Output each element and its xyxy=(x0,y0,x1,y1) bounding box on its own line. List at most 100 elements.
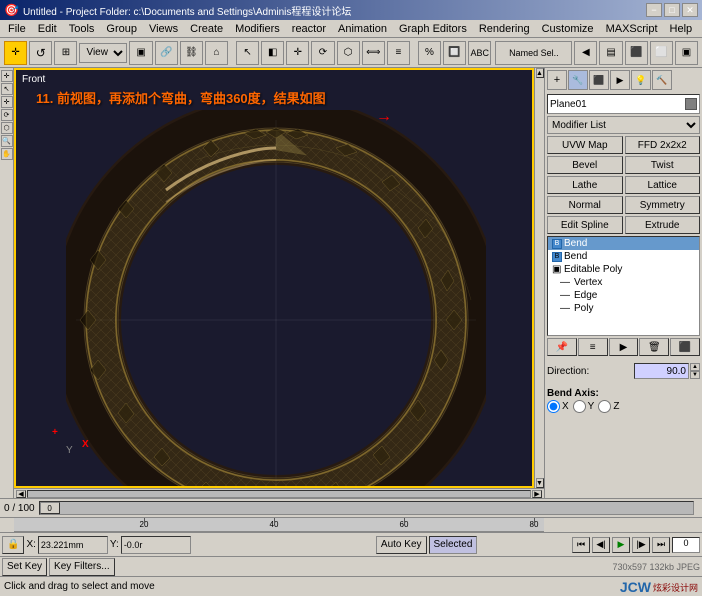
menu-group[interactable]: Group xyxy=(100,22,143,36)
x-coord-field[interactable]: 23.221mm xyxy=(38,536,108,554)
toolbar-unlink[interactable]: ⛓ xyxy=(180,41,203,65)
toolbar-render2[interactable]: 🔲 xyxy=(443,41,466,65)
stack-vertex[interactable]: — Vertex xyxy=(548,276,699,289)
toolbar-keyframe[interactable]: ◀ xyxy=(574,41,597,65)
viewport-scrollbar[interactable]: ▲ ▼ xyxy=(534,68,544,488)
lt-pan[interactable]: ✋ xyxy=(1,148,13,160)
create-tab[interactable]: + xyxy=(547,70,567,90)
toolbar-select-region[interactable]: ◧ xyxy=(261,41,284,65)
anim-prev-key[interactable]: ◀| xyxy=(592,537,610,553)
scroll-up[interactable]: ▲ xyxy=(536,68,544,78)
menu-customize[interactable]: Customize xyxy=(536,22,600,36)
stack-remove[interactable]: 🗑 xyxy=(639,338,669,356)
mod-btn-bevel[interactable]: Bevel xyxy=(547,156,623,174)
toolbar-select[interactable]: ✛ xyxy=(4,41,27,65)
direction-spin-up[interactable]: ▲ xyxy=(690,363,700,371)
lt-rotate[interactable]: ⟳ xyxy=(1,109,13,121)
lt-scale[interactable]: ⬡ xyxy=(1,122,13,134)
menu-modifiers[interactable]: Modifiers xyxy=(229,22,286,36)
anim-next-key[interactable]: |▶ xyxy=(632,537,650,553)
scroll-down[interactable]: ▼ xyxy=(536,478,544,488)
y-coord-field[interactable]: -0.0r xyxy=(121,536,191,554)
stack-active[interactable]: ▶ xyxy=(609,338,639,356)
toolbar-misc2[interactable]: ⬜ xyxy=(650,41,673,65)
mod-btn-editspline[interactable]: Edit Spline xyxy=(547,216,623,234)
menu-animation[interactable]: Animation xyxy=(332,22,393,36)
axis-z-radio[interactable] xyxy=(598,400,611,413)
toolbar-misc1[interactable]: ⬛ xyxy=(625,41,648,65)
stack-bend-1[interactable]: B Bend xyxy=(548,237,699,250)
mod-btn-symmetry[interactable]: Symmetry xyxy=(625,196,701,214)
time-thumb[interactable]: 0 xyxy=(40,502,60,514)
direction-input[interactable] xyxy=(634,363,689,379)
display-tab[interactable]: 💡 xyxy=(631,70,651,90)
hierarchy-tab[interactable]: ⬛ xyxy=(589,70,609,90)
stack-editable-poly[interactable]: ▣ Editable Poly xyxy=(548,263,699,276)
toolbar-misc3[interactable]: ▣ xyxy=(675,41,698,65)
mod-btn-lattice[interactable]: Lattice xyxy=(625,176,701,194)
modify-tab[interactable]: 🔧 xyxy=(568,70,588,90)
mod-btn-ffd[interactable]: FFD 2x2x2 xyxy=(625,136,701,154)
mod-btn-uvwmap[interactable]: UVW Map xyxy=(547,136,623,154)
menu-maxscript[interactable]: MAXScript xyxy=(600,22,664,36)
menu-create[interactable]: Create xyxy=(184,22,229,36)
menu-reactor[interactable]: reactor xyxy=(286,22,332,36)
mod-btn-twist[interactable]: Twist xyxy=(625,156,701,174)
lt-create[interactable]: ✛ xyxy=(1,70,13,82)
toolbar-scale[interactable]: ⬡ xyxy=(337,41,360,65)
hscroll-track[interactable] xyxy=(27,490,531,498)
mod-btn-normal[interactable]: Normal xyxy=(547,196,623,214)
stack-edge[interactable]: — Edge xyxy=(548,289,699,302)
viewport-hscroll[interactable]: ◀ ▶ xyxy=(14,488,544,498)
toolbar-bind[interactable]: ⌂ xyxy=(205,41,228,65)
anim-prev-frame[interactable]: ⏮ xyxy=(572,537,590,553)
menu-rendering[interactable]: Rendering xyxy=(473,22,536,36)
keyfilters-button[interactable]: Key Filters... xyxy=(49,558,115,576)
mod-btn-lathe[interactable]: Lathe xyxy=(547,176,623,194)
setkey-button[interactable]: Set Key xyxy=(2,558,47,576)
viewport[interactable]: Front 11. 前视图，再添加个弯曲，弯曲360度，结果如图 → xyxy=(14,68,534,488)
toolbar-rotate-view[interactable]: ↺ xyxy=(29,41,52,65)
stack-collapse[interactable]: ⬛ xyxy=(670,338,700,356)
auto-key-button[interactable]: Auto Key xyxy=(376,536,427,554)
modifier-list-dropdown[interactable]: Modifier List xyxy=(547,116,700,134)
toolbar-named-sel[interactable]: Named Sel.. xyxy=(495,41,572,65)
menu-views[interactable]: Views xyxy=(143,22,184,36)
hscroll-left[interactable]: ◀ xyxy=(16,490,26,498)
toolbar-align[interactable]: ≡ xyxy=(387,41,410,65)
toolbar-btn2[interactable]: ▣ xyxy=(129,41,152,65)
lock-button[interactable]: 🔒 xyxy=(2,536,24,554)
maximize-button[interactable]: □ xyxy=(664,3,680,17)
axis-y-option[interactable]: Y xyxy=(573,400,595,413)
modifier-stack[interactable]: B Bend B Bend ▣ Editable Poly — Vertex —… xyxy=(547,236,700,336)
stack-bend-2[interactable]: B Bend xyxy=(548,250,699,263)
anim-next-frame[interactable]: ⏭ xyxy=(652,537,670,553)
menu-help[interactable]: Help xyxy=(664,22,699,36)
lt-move[interactable]: ✛ xyxy=(1,96,13,108)
anim-frame-field[interactable]: 0 xyxy=(672,537,700,553)
toolbar-zoom-region[interactable]: ⊞ xyxy=(54,41,77,65)
toolbar-abc[interactable]: ABC xyxy=(468,41,491,65)
direction-spin-down[interactable]: ▼ xyxy=(690,371,700,379)
toolbar-render[interactable]: % xyxy=(418,41,441,65)
view-dropdown[interactable]: View xyxy=(79,43,127,63)
close-button[interactable]: ✕ xyxy=(682,3,698,17)
mod-btn-extrude[interactable]: Extrude xyxy=(625,216,701,234)
anim-play[interactable]: ▶ xyxy=(612,537,630,553)
toolbar-mirror[interactable]: ⟺ xyxy=(362,41,385,65)
utilities-tab[interactable]: 🔨 xyxy=(652,70,672,90)
menu-tools[interactable]: Tools xyxy=(63,22,101,36)
axis-y-radio[interactable] xyxy=(573,400,586,413)
minimize-button[interactable]: − xyxy=(646,3,662,17)
toolbar-select-obj[interactable]: ↖ xyxy=(236,41,259,65)
hscroll-right[interactable]: ▶ xyxy=(532,490,542,498)
object-name-input[interactable] xyxy=(550,99,675,110)
menu-file[interactable]: File xyxy=(2,22,32,36)
menu-graph-editors[interactable]: Graph Editors xyxy=(393,22,473,36)
toolbar-wire[interactable]: ▤ xyxy=(599,41,622,65)
toolbar-rotate[interactable]: ⟳ xyxy=(311,41,334,65)
lt-zoom[interactable]: 🔍 xyxy=(1,135,13,147)
axis-x-radio[interactable] xyxy=(547,400,560,413)
stack-poly-sub[interactable]: — Poly xyxy=(548,302,699,315)
stack-configure[interactable]: ≡ xyxy=(578,338,608,356)
